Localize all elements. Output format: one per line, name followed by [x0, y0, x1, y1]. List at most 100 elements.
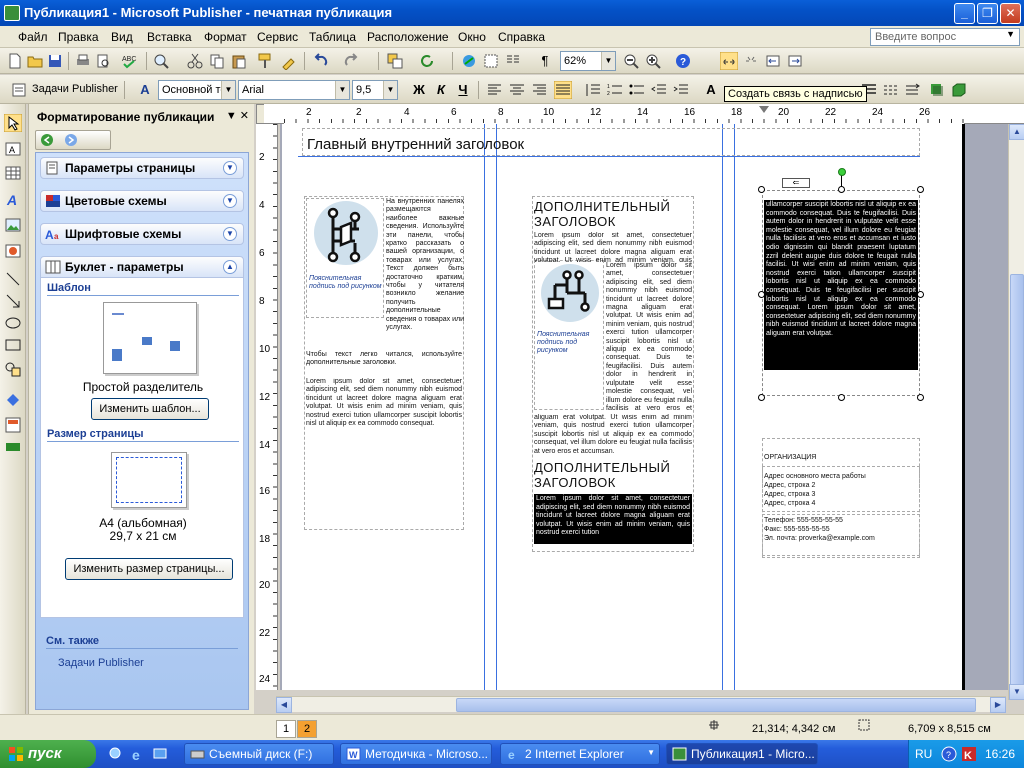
- oval-tool-icon[interactable]: [4, 314, 22, 332]
- column2-picture-frame[interactable]: Пояснительная подпись под рисунком: [534, 260, 604, 410]
- print-icon[interactable]: [74, 52, 92, 70]
- hot-spot-tool-icon[interactable]: [4, 390, 22, 408]
- menu-window[interactable]: Окно: [458, 30, 486, 44]
- menu-view[interactable]: Вид: [111, 30, 133, 44]
- format-painter-icon[interactable]: [256, 52, 274, 70]
- main-heading-frame[interactable]: Главный внутренний заголовок: [302, 128, 920, 156]
- paste-icon[interactable]: [230, 52, 248, 70]
- resize-handle[interactable]: [917, 394, 924, 401]
- scroll-left-arrow[interactable]: ◀: [276, 697, 292, 713]
- prev-link-arrow-icon[interactable]: ⇐: [782, 178, 810, 188]
- scroll-right-arrow[interactable]: ▶: [990, 697, 1006, 713]
- brush-icon[interactable]: [280, 52, 298, 70]
- table-tool-icon[interactable]: [4, 164, 22, 182]
- rotate-icon[interactable]: [418, 52, 436, 70]
- change-page-size-button[interactable]: Изменить размер страницы...: [65, 558, 233, 580]
- text-box-tool-icon[interactable]: A: [4, 140, 22, 158]
- help-search-input[interactable]: Введите вопрос ▼: [870, 28, 1020, 46]
- rotate-handle[interactable]: [838, 168, 846, 176]
- redo-icon[interactable]: [342, 52, 360, 70]
- menu-table[interactable]: Таблица: [309, 30, 356, 44]
- wordart-tool-icon[interactable]: A: [4, 190, 22, 208]
- arrow-tool-icon[interactable]: [4, 292, 22, 310]
- break-link-icon[interactable]: [742, 52, 760, 70]
- font-combo[interactable]: Arial ▼: [238, 80, 350, 100]
- chevron-down-icon[interactable]: ▼: [223, 227, 237, 241]
- font-color-icon[interactable]: A: [702, 81, 720, 99]
- resize-handle[interactable]: [758, 394, 765, 401]
- page-tab-2[interactable]: 2: [297, 720, 317, 738]
- resize-handle[interactable]: [838, 186, 845, 193]
- new-document-icon[interactable]: [6, 52, 24, 70]
- page-tab-1[interactable]: 1: [276, 720, 296, 738]
- design-gallery-icon[interactable]: [4, 416, 22, 434]
- form-control-icon[interactable]: [4, 438, 22, 456]
- picture-tool-icon[interactable]: [4, 216, 22, 234]
- insert-hyperlink-icon[interactable]: [460, 52, 478, 70]
- style-combo[interactable]: Основной текст ▼: [158, 80, 236, 100]
- resize-handle[interactable]: [917, 291, 924, 298]
- resize-handle[interactable]: [917, 186, 924, 193]
- vertical-scrollbar[interactable]: ▲ ▼: [1008, 124, 1024, 700]
- chevron-up-icon[interactable]: ▲: [223, 260, 237, 274]
- spelling-icon[interactable]: ABC: [120, 52, 138, 70]
- workspace-canvas[interactable]: Главный внутренний заголовок Пояснительн…: [280, 124, 1008, 690]
- help-icon[interactable]: ?: [674, 52, 692, 70]
- toggle-boundaries-icon[interactable]: [482, 52, 500, 70]
- template-thumbnail[interactable]: [103, 302, 197, 374]
- antivirus-tray-icon[interactable]: K: [961, 746, 977, 762]
- help-tray-icon[interactable]: ?: [941, 746, 957, 762]
- next-text-box-icon[interactable]: [786, 52, 804, 70]
- quicklaunch-desktop-icon[interactable]: [152, 746, 168, 762]
- styles-icon[interactable]: A: [136, 81, 154, 99]
- horizontal-scroll-thumb[interactable]: [456, 698, 976, 712]
- increase-indent-icon[interactable]: [672, 81, 690, 99]
- prev-text-box-icon[interactable]: [764, 52, 782, 70]
- task-pane-close-icon[interactable]: ✕: [240, 110, 249, 122]
- start-button[interactable]: пуск: [0, 740, 96, 768]
- open-folder-icon[interactable]: [26, 52, 44, 70]
- publisher-app-icon[interactable]: [4, 5, 20, 21]
- copy-icon[interactable]: [208, 52, 226, 70]
- close-button[interactable]: ✕: [1000, 3, 1021, 24]
- undo-icon[interactable]: [312, 52, 330, 70]
- zoom-out-icon[interactable]: [622, 52, 640, 70]
- cut-icon[interactable]: [186, 52, 204, 70]
- forward-arrow-icon[interactable]: [64, 133, 78, 147]
- bullets-icon[interactable]: [628, 81, 646, 99]
- maximize-button[interactable]: ❐: [977, 3, 998, 24]
- column-guide[interactable]: [722, 124, 723, 690]
- section-color-schemes[interactable]: Цветовые схемы ▼: [40, 190, 244, 212]
- scroll-down-arrow[interactable]: ▼: [1009, 684, 1024, 700]
- autoshapes-tool-icon[interactable]: [4, 360, 22, 378]
- font-size-combo[interactable]: 9,5 ▼: [352, 80, 398, 100]
- justify-icon[interactable]: [554, 81, 572, 99]
- language-indicator[interactable]: RU: [915, 747, 932, 761]
- column-guide[interactable]: [484, 124, 485, 690]
- zoom-in-icon[interactable]: [644, 52, 662, 70]
- shadow-style-icon[interactable]: [928, 81, 946, 99]
- menu-edit[interactable]: Правка: [58, 30, 99, 44]
- section-brochure-options[interactable]: Буклет - параметры ▲: [40, 256, 244, 278]
- search-icon[interactable]: [152, 52, 170, 70]
- column-guide[interactable]: [734, 124, 735, 690]
- quicklaunch-search-icon[interactable]: [108, 746, 124, 762]
- resize-handle[interactable]: [758, 186, 765, 193]
- underline-button[interactable]: Ч: [454, 81, 472, 99]
- menu-help[interactable]: Справка: [498, 30, 545, 44]
- vertical-scroll-thumb[interactable]: [1010, 274, 1024, 694]
- special-chars-icon[interactable]: ¶: [536, 52, 554, 70]
- align-right-icon[interactable]: [530, 81, 548, 99]
- taskbar-removable-disk[interactable]: Съемный диск (F:): [184, 743, 334, 765]
- help-dropdown-icon[interactable]: ▼: [1006, 29, 1015, 39]
- arrow-style-icon[interactable]: [904, 81, 922, 99]
- publisher-tasks-button[interactable]: Задачи Publisher: [32, 83, 118, 95]
- section-page-setup[interactable]: Параметры страницы ▼: [40, 157, 244, 179]
- menu-tools[interactable]: Сервис: [257, 30, 298, 44]
- vertical-ruler[interactable]: 2 4 6 8 10 12 14 16 18 20 22 24: [256, 124, 278, 690]
- create-text-link-icon[interactable]: [720, 52, 738, 70]
- column2-highlighted-text[interactable]: Lorem ipsum dolor sit amet, consectetuer…: [534, 494, 692, 544]
- menu-insert[interactable]: Вставка: [147, 30, 192, 44]
- decrease-indent-icon[interactable]: [650, 81, 668, 99]
- clip-art-tool-icon[interactable]: [4, 242, 22, 260]
